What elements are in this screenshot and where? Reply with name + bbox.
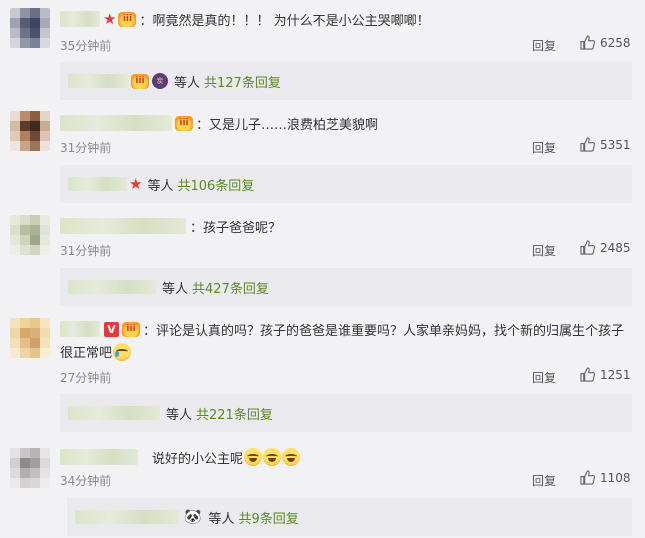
- star-badge-icon: ★: [103, 9, 117, 28]
- timestamp: 34分钟前: [60, 474, 112, 488]
- avatar[interactable]: [10, 448, 50, 488]
- like-button[interactable]: 6258: [580, 35, 631, 50]
- reply-summary[interactable]: ★ 等人 共106条回复: [60, 165, 632, 203]
- reply-summary-label: 等人: [174, 75, 201, 91]
- reply-summary-label: 等人: [162, 281, 189, 297]
- laughing-crying-emoji-icon: [282, 448, 301, 466]
- more-replies-link[interactable]: 共9条回复: [238, 508, 298, 527]
- timestamp: 35分钟前: [60, 39, 112, 53]
- comment-text: ：啊竟然是真的！！！ 为什么不是小公主哭唧唧！: [139, 13, 430, 29]
- reply-button[interactable]: 回复: [532, 37, 556, 54]
- reply-button[interactable]: 回复: [532, 369, 556, 386]
- laughing-crying-emoji-icon: [244, 448, 263, 466]
- thumbs-up-icon: [580, 137, 595, 152]
- thumbs-up-icon: [580, 470, 595, 485]
- reply-summary-label: 等人: [147, 178, 174, 194]
- reply-summary[interactable]: iii 炭 等人 共127条回复: [60, 62, 632, 100]
- comment-header: ★ iii ：啊竟然是真的！！！ 为什么不是小公主哭唧唧！: [60, 8, 430, 30]
- more-replies-link[interactable]: 共127条回复: [204, 72, 281, 91]
- reply-button[interactable]: 回复: [532, 472, 556, 489]
- crown-badge-icon: iii: [175, 115, 193, 131]
- avatar[interactable]: [10, 318, 50, 358]
- timestamp: 31分钟前: [60, 244, 112, 258]
- comment-text-line2: 很正常吧: [60, 346, 113, 361]
- comment-header: 说好的小公主呢: [60, 446, 301, 468]
- comment-text: ：孩子爸爸呢？: [190, 220, 282, 236]
- crown-badge-icon: iii: [122, 321, 140, 337]
- circle-badge-icon: 炭: [152, 73, 168, 89]
- comment-text: ：评论是认真的吗？孩子的爸爸是谁重要吗？人家单亲妈妈，找个新的归属生个孩子: [143, 323, 625, 339]
- like-count: 5351: [600, 137, 631, 152]
- thumbs-up-icon: [580, 367, 595, 382]
- comment-header: V iii ：评论是认真的吗？孩子的爸爸是谁重要吗？人家单亲妈妈，找个新的归属生…: [60, 318, 624, 340]
- username[interactable]: [68, 406, 160, 420]
- thumbs-up-icon: [580, 240, 595, 255]
- more-replies-link[interactable]: 共221条回复: [196, 404, 273, 423]
- username[interactable]: [60, 115, 172, 131]
- like-button[interactable]: 2485: [580, 240, 631, 255]
- avatar[interactable]: [10, 8, 50, 48]
- more-replies-link[interactable]: 共106条回复: [177, 175, 254, 194]
- reply-button[interactable]: 回复: [532, 242, 556, 259]
- comment-header: iii ：又是儿子……浪费柏芝美貌啊: [60, 112, 378, 134]
- comment-text: 说好的小公主呢: [152, 451, 244, 467]
- username[interactable]: [68, 280, 156, 294]
- like-count: 1108: [600, 470, 631, 485]
- reply-summary-label: 等人: [166, 407, 193, 423]
- reply-summary-label: 等人: [208, 511, 235, 527]
- like-button[interactable]: 5351: [580, 137, 631, 152]
- more-replies-link[interactable]: 共427条回复: [192, 278, 269, 297]
- like-count: 6258: [600, 35, 631, 50]
- like-count: 1251: [600, 367, 631, 382]
- timestamp: 31分钟前: [60, 141, 112, 155]
- username[interactable]: [60, 11, 100, 27]
- star-badge-icon: ★: [129, 174, 143, 193]
- like-button[interactable]: 1108: [580, 470, 631, 485]
- comment-text-continued: 很正常吧: [60, 342, 132, 361]
- username[interactable]: [75, 510, 179, 524]
- crown-badge-icon: iii: [118, 11, 137, 27]
- username[interactable]: [68, 177, 126, 191]
- crown-badge-icon: iii: [131, 73, 149, 89]
- username[interactable]: [68, 74, 128, 88]
- comment-header: ：孩子爸爸呢？: [60, 215, 281, 237]
- comment-text: ：又是儿子……浪费柏芝美貌啊: [196, 117, 379, 133]
- avatar[interactable]: [10, 111, 50, 151]
- like-count: 2485: [600, 240, 631, 255]
- timestamp: 27分钟前: [60, 371, 112, 385]
- avatar[interactable]: [10, 215, 50, 255]
- sweat-emoji-icon: [113, 342, 132, 361]
- panda-badge-icon: 🐼: [184, 509, 202, 525]
- reply-summary[interactable]: 等人 共427条回复: [60, 268, 632, 306]
- username[interactable]: [60, 449, 138, 465]
- username[interactable]: [60, 218, 186, 234]
- reply-summary[interactable]: 等人 共221条回复: [60, 394, 632, 432]
- thumbs-up-icon: [580, 35, 595, 50]
- username[interactable]: [60, 321, 100, 337]
- reply-summary[interactable]: 🐼 等人 共9条回复: [67, 498, 632, 536]
- like-button[interactable]: 1251: [580, 367, 631, 382]
- reply-button[interactable]: 回复: [532, 139, 556, 156]
- laughing-crying-emoji-icon: [263, 448, 282, 466]
- verified-v-icon: V: [104, 321, 119, 337]
